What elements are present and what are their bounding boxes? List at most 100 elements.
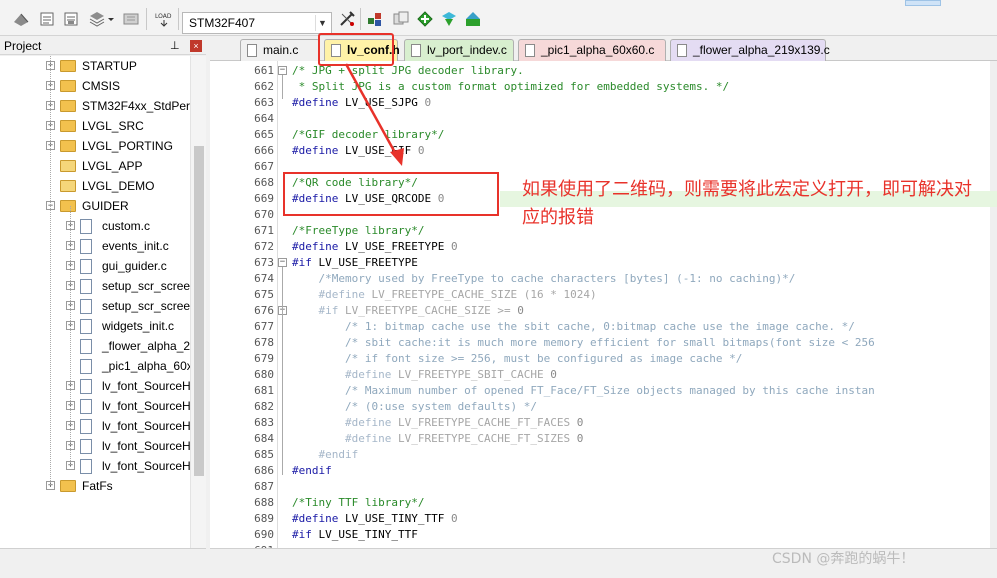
line-number: 665 [254,128,274,141]
toolbar-divider [360,8,361,30]
code-line[interactable]: 676− #if LV_FREETYPE_CACHE_SIZE >= 0 [210,303,997,319]
code-line[interactable]: 683 #define LV_FREETYPE_CACHE_FT_FACES 0 [210,415,997,431]
line-number: 689 [254,512,274,525]
code-text: #define LV_FREETYPE_CACHE_SIZE (16 * 102… [318,288,597,301]
code-text: #if LV_FREETYPE_CACHE_SIZE >= 0 [318,304,524,317]
manage-components-icon[interactable] [366,10,384,28]
line-number: 686 [254,464,274,477]
line-number: 674 [254,272,274,285]
annotation-arrow [344,63,404,166]
code-line[interactable]: 685 #endif [210,447,997,463]
line-number: 661 [254,64,274,77]
code-line[interactable]: 675 #define LV_FREETYPE_CACHE_SIZE (16 *… [210,287,997,303]
tree-item-label: STM32F4xx_StdPerip [82,99,190,113]
code-line[interactable]: 672 #define LV_USE_FREETYPE 0 [210,239,997,255]
tab-main-c[interactable]: main.c [240,39,320,61]
software-packs-icon[interactable] [464,10,482,28]
pack-installer-icon[interactable] [416,10,434,28]
code-line[interactable]: 662 * Split JPG is a custom format optim… [210,79,997,95]
close-icon[interactable]: × [190,40,202,52]
editor-scrollbar[interactable] [990,61,997,548]
rebuild-icon[interactable] [38,10,56,28]
tree-item-label: gui_guider.c [102,259,167,273]
line-number: 673 [254,256,274,269]
folder-icon [60,480,76,492]
target-select[interactable]: STM32F407 ▼ [182,12,332,34]
line-number: 668 [254,176,274,189]
copy-icon[interactable] [392,10,410,28]
code-line[interactable]: 665/*GIF decoder library*/ [210,127,997,143]
target-select-value: STM32F407 [189,16,256,30]
code-line[interactable]: 688 /*Tiny TTF library*/ [210,495,997,511]
chevron-down-icon[interactable]: ▼ [315,15,329,31]
tree-item-label: widgets_init.c [102,319,175,333]
code-line[interactable]: 680 #define LV_FREETYPE_SBIT_CACHE 0 [210,367,997,383]
code-line[interactable]: 673− #if LV_USE_FREETYPE [210,255,997,271]
file-icon [80,259,92,274]
file-icon [80,359,92,374]
tree-guide-line [70,206,71,468]
pin-icon[interactable]: ⊥ [170,37,182,55]
download-icon[interactable] [122,10,140,28]
tab--flower-alpha-219x139-c[interactable]: _flower_alpha_219x139.c [670,39,830,61]
target-options-icon[interactable] [338,10,356,28]
load-icon[interactable]: LOAD [154,10,174,28]
tree-item-label: lv_font_SourceH [102,439,190,453]
code-line[interactable]: 678 /* sbit cache:it is much more memory… [210,335,997,351]
tree-item-label: LVGL_PORTING [82,139,173,153]
fold-guide-line [282,75,283,99]
code-line[interactable]: 689 #define LV_USE_TINY_TTF 0 [210,511,997,527]
tree-item-label: lv_font_SourceH [102,459,190,473]
line-number: 670 [254,208,274,221]
code-line[interactable]: 682 /* (0:use system defaults) */ [210,399,997,415]
options-icon[interactable] [88,10,106,28]
line-number: 682 [254,400,274,413]
tab-label: _flower_alpha_219x139.c [693,43,830,57]
line-number: 669 [254,192,274,205]
code-line[interactable]: 679 /* if font size >= 256, must be conf… [210,351,997,367]
tab--pic1-alpha-60x60-c[interactable]: _pic1_alpha_60x60.c [518,39,666,61]
scrollbar-thumb[interactable] [194,146,204,476]
build-icon[interactable] [12,10,30,28]
tab-lv-port-indev-c[interactable]: lv_port_indev.c [404,39,514,61]
folder-icon [60,100,76,112]
tree-item-label: custom.c [102,219,151,233]
project-panel-footer [0,548,206,578]
line-number: 677 [254,320,274,333]
line-number: 684 [254,432,274,445]
tree-item-label: GUIDER [82,199,129,213]
code-line[interactable]: 681 /* Maximum number of opened FT_Face/… [210,383,997,399]
line-number: 664 [254,112,274,125]
line-number: 679 [254,352,274,365]
line-number: 683 [254,416,274,429]
project-tree-scrollbar[interactable] [190,56,206,548]
code-line[interactable]: 686 #endif [210,463,997,479]
code-line[interactable]: 690 #if LV_USE_TINY_TTF [210,527,997,543]
code-text: /* if font size >= 256, must be configur… [292,352,743,365]
code-line[interactable]: 677 /* 1: bitmap cache use the sbit cach… [210,319,997,335]
tree-item-label: _pic1_alpha_60x6 [102,359,190,373]
file-icon [80,219,92,234]
code-editor[interactable]: 661−/* JPG + split JPG decoder library. 6… [210,61,997,548]
code-line[interactable]: 687 [210,479,997,495]
file-icon [80,379,92,394]
file-icon [411,44,421,57]
file-icon [80,279,92,294]
batch-build-icon[interactable] [62,10,80,28]
code-text: /*FreeType library*/ [292,224,425,237]
code-line[interactable]: 666 #define LV_USE_GIF 0 [210,143,997,159]
code-line[interactable]: 664 [210,111,997,127]
select-packs-icon[interactable] [440,10,458,28]
code-line[interactable]: 684 #define LV_FREETYPE_CACHE_FT_SIZES 0 [210,431,997,447]
line-number: 680 [254,368,274,381]
code-line[interactable]: 674 /*Memory used by FreeType to cache c… [210,271,997,287]
watermark: CSDN @奔跑的蜗牛！ [772,551,915,567]
fold-toggle-icon[interactable]: − [278,258,287,267]
code-line[interactable]: 663 #define LV_USE_SJPG 0 [210,95,997,111]
fold-guide-line [282,267,283,475]
svg-text:LOAD: LOAD [155,13,172,20]
toolbar-divider [178,8,179,30]
chevron-down-icon[interactable] [106,10,116,28]
tab-label: main.c [263,43,299,57]
fold-toggle-icon[interactable]: − [278,66,287,75]
